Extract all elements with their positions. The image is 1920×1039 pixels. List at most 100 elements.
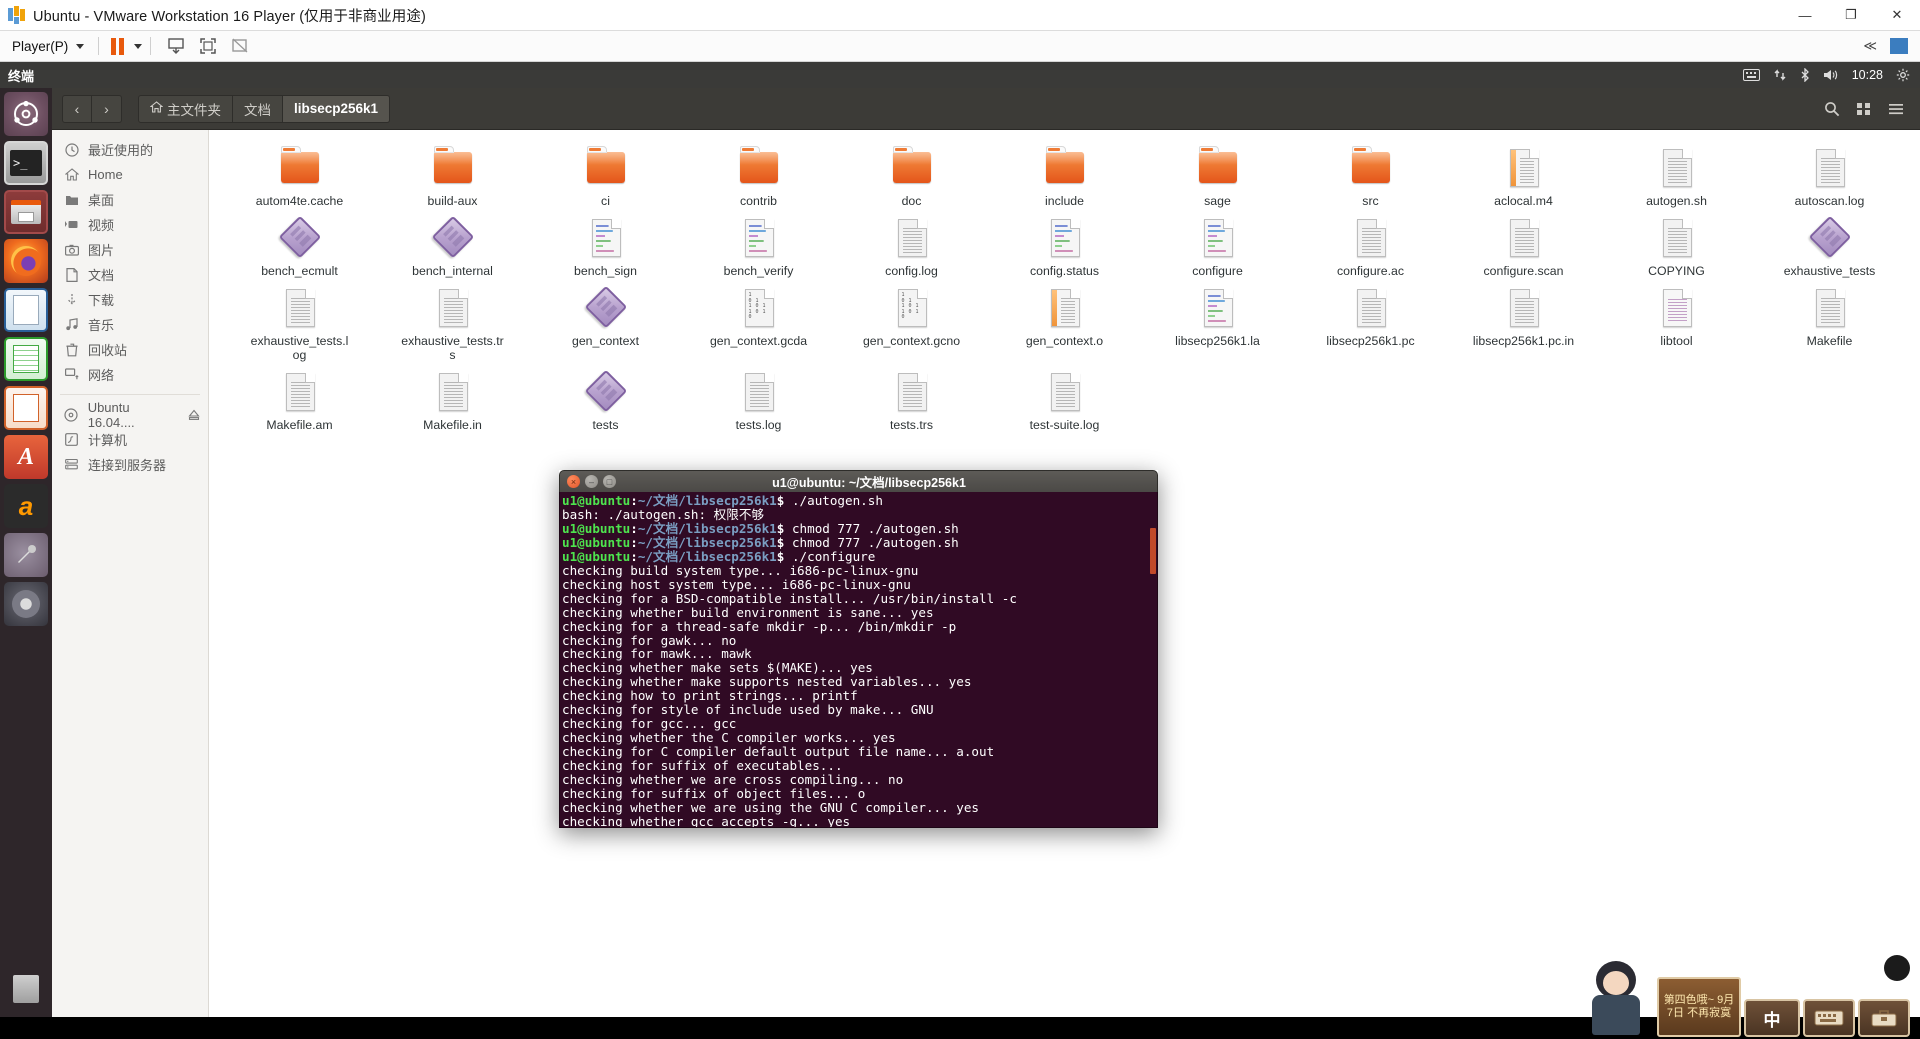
file-item[interactable]: aclocal.m4: [1447, 140, 1600, 208]
forward-button[interactable]: ›: [92, 94, 122, 123]
launcher-item-amazon[interactable]: a: [4, 484, 48, 528]
file-item[interactable]: libtool: [1600, 280, 1753, 362]
terminal-body[interactable]: u1@ubuntu:~/文档/libsecp256k1$ ./autogen.s…: [559, 492, 1158, 828]
file-item[interactable]: libsecp256k1.pc: [1294, 280, 1447, 362]
sidebar-item-network[interactable]: 网络: [52, 362, 208, 387]
file-item[interactable]: gen_context: [529, 280, 682, 362]
file-item[interactable]: autom4te.cache: [223, 140, 376, 208]
file-item[interactable]: tests.log: [682, 364, 835, 432]
search-icon[interactable]: [1824, 101, 1840, 117]
terminal-minimize-button[interactable]: –: [585, 475, 598, 488]
sidebar-item-music[interactable]: 音乐: [52, 312, 208, 337]
launcher-item-dash-home[interactable]: [4, 92, 48, 136]
file-item[interactable]: gen_context.o: [988, 280, 1141, 362]
back-button[interactable]: ‹: [62, 94, 92, 123]
launcher-item-ubuntu-software[interactable]: A: [4, 435, 48, 479]
file-item[interactable]: bench_ecmult: [223, 210, 376, 278]
ime-close-dot[interactable]: [1884, 955, 1910, 981]
breadcrumb-item-documents[interactable]: 文档: [233, 94, 283, 123]
sidebar-toggle-icon[interactable]: [1890, 38, 1908, 54]
file-item[interactable]: autoscan.log: [1753, 140, 1906, 208]
file-item[interactable]: exhaustive_tests.trs: [376, 280, 529, 362]
sidebar-item-documents[interactable]: 文档: [52, 262, 208, 287]
keyboard-icon[interactable]: [1742, 69, 1760, 81]
file-item[interactable]: configure.ac: [1294, 210, 1447, 278]
terminal-window[interactable]: × – □ u1@ubuntu: ~/文档/libsecp256k1 u1@ub…: [559, 470, 1158, 828]
ime-mode-button[interactable]: 中: [1744, 999, 1800, 1037]
launcher-item-libreoffice-writer[interactable]: [4, 288, 48, 332]
active-app-name[interactable]: 终端: [8, 66, 34, 85]
file-item[interactable]: tests.trs: [835, 364, 988, 432]
sidebar-item-computer[interactable]: 计算机: [52, 427, 208, 452]
breadcrumb-item-current[interactable]: libsecp256k1: [283, 94, 391, 123]
file-item[interactable]: configure.scan: [1447, 210, 1600, 278]
sidebar-item-videos[interactable]: 视频: [52, 212, 208, 237]
launcher-item-dvd-player[interactable]: [4, 582, 48, 626]
player-menu-button[interactable]: Player(P): [6, 36, 90, 57]
file-item[interactable]: Makefile.am: [223, 364, 376, 432]
file-item[interactable]: src: [1294, 140, 1447, 208]
volume-icon[interactable]: [1823, 68, 1839, 82]
collapse-toolbar-button[interactable]: ≪: [1863, 38, 1877, 54]
launcher-item-firefox[interactable]: [4, 239, 48, 283]
eject-icon[interactable]: [187, 408, 200, 421]
chevron-down-icon[interactable]: [134, 43, 143, 49]
menu-icon[interactable]: [1888, 101, 1904, 117]
minimize-button[interactable]: —: [1782, 0, 1828, 31]
file-item[interactable]: 10 11 0 11 0 1 0 gen_context.gcno: [835, 280, 988, 362]
launcher-item-terminal[interactable]: >_: [4, 141, 48, 185]
maximize-button[interactable]: ❐: [1828, 0, 1874, 31]
bluetooth-icon[interactable]: [1800, 68, 1810, 82]
file-item[interactable]: tests: [529, 364, 682, 432]
sidebar-item-downloads[interactable]: 下载: [52, 287, 208, 312]
terminal-maximize-button[interactable]: □: [603, 475, 616, 488]
terminal-scrollbar[interactable]: [1149, 492, 1157, 827]
sidebar-item-trash[interactable]: 回收站: [52, 337, 208, 362]
gear-icon[interactable]: [1896, 68, 1910, 82]
file-item[interactable]: build-aux: [376, 140, 529, 208]
sidebar-item-recent[interactable]: 最近使用的: [52, 137, 208, 162]
file-item[interactable]: sage: [1141, 140, 1294, 208]
file-item[interactable]: libsecp256k1.pc.in: [1447, 280, 1600, 362]
close-button[interactable]: ✕: [1874, 0, 1920, 31]
sidebar-item-home[interactable]: Home: [52, 162, 208, 187]
terminal-close-button[interactable]: ×: [567, 475, 580, 488]
file-item[interactable]: COPYING: [1600, 210, 1753, 278]
ime-keyboard-button[interactable]: [1803, 999, 1855, 1037]
launcher-item-system-settings[interactable]: [4, 533, 48, 577]
file-item[interactable]: Makefile.in: [376, 364, 529, 432]
unity-mode-icon[interactable]: [225, 34, 255, 58]
sidebar-item-pictures[interactable]: 图片: [52, 237, 208, 262]
fullscreen-icon[interactable]: [193, 34, 223, 58]
pause-button[interactable]: [107, 36, 128, 57]
file-item[interactable]: bench_sign: [529, 210, 682, 278]
file-item[interactable]: exhaustive_tests.log: [223, 280, 376, 362]
file-item[interactable]: bench_internal: [376, 210, 529, 278]
file-item[interactable]: exhaustive_tests: [1753, 210, 1906, 278]
sidebar-item-desktop[interactable]: 桌面: [52, 187, 208, 212]
sidebar-item-ubuntu-disc[interactable]: Ubuntu 16.04....: [52, 400, 208, 430]
launcher-item-files[interactable]: [4, 190, 48, 234]
view-list-icon[interactable]: [1856, 101, 1872, 117]
clock[interactable]: 10:28: [1852, 68, 1883, 82]
launcher-item-libreoffice-calc[interactable]: [4, 337, 48, 381]
file-item[interactable]: 10 11 0 11 0 1 0 gen_context.gcda: [682, 280, 835, 362]
file-item[interactable]: configure: [1141, 210, 1294, 278]
file-item[interactable]: doc: [835, 140, 988, 208]
scrollbar-thumb[interactable]: [1150, 528, 1156, 574]
file-item[interactable]: contrib: [682, 140, 835, 208]
file-item[interactable]: autogen.sh: [1600, 140, 1753, 208]
file-item[interactable]: config.log: [835, 210, 988, 278]
file-item[interactable]: test-suite.log: [988, 364, 1141, 432]
file-item[interactable]: Makefile: [1753, 280, 1906, 362]
ime-toolbox-button[interactable]: [1858, 999, 1910, 1037]
file-item[interactable]: include: [988, 140, 1141, 208]
file-item[interactable]: ci: [529, 140, 682, 208]
launcher-item-libreoffice-impress[interactable]: [4, 386, 48, 430]
send-ctrl-alt-del-icon[interactable]: [161, 34, 191, 58]
breadcrumb-item-home[interactable]: 主文件夹: [138, 94, 233, 123]
file-item[interactable]: config.status: [988, 210, 1141, 278]
sidebar-item-connect-server[interactable]: 连接到服务器: [52, 452, 208, 477]
file-item[interactable]: libsecp256k1.la: [1141, 280, 1294, 362]
launcher-item-trash[interactable]: [4, 967, 48, 1011]
